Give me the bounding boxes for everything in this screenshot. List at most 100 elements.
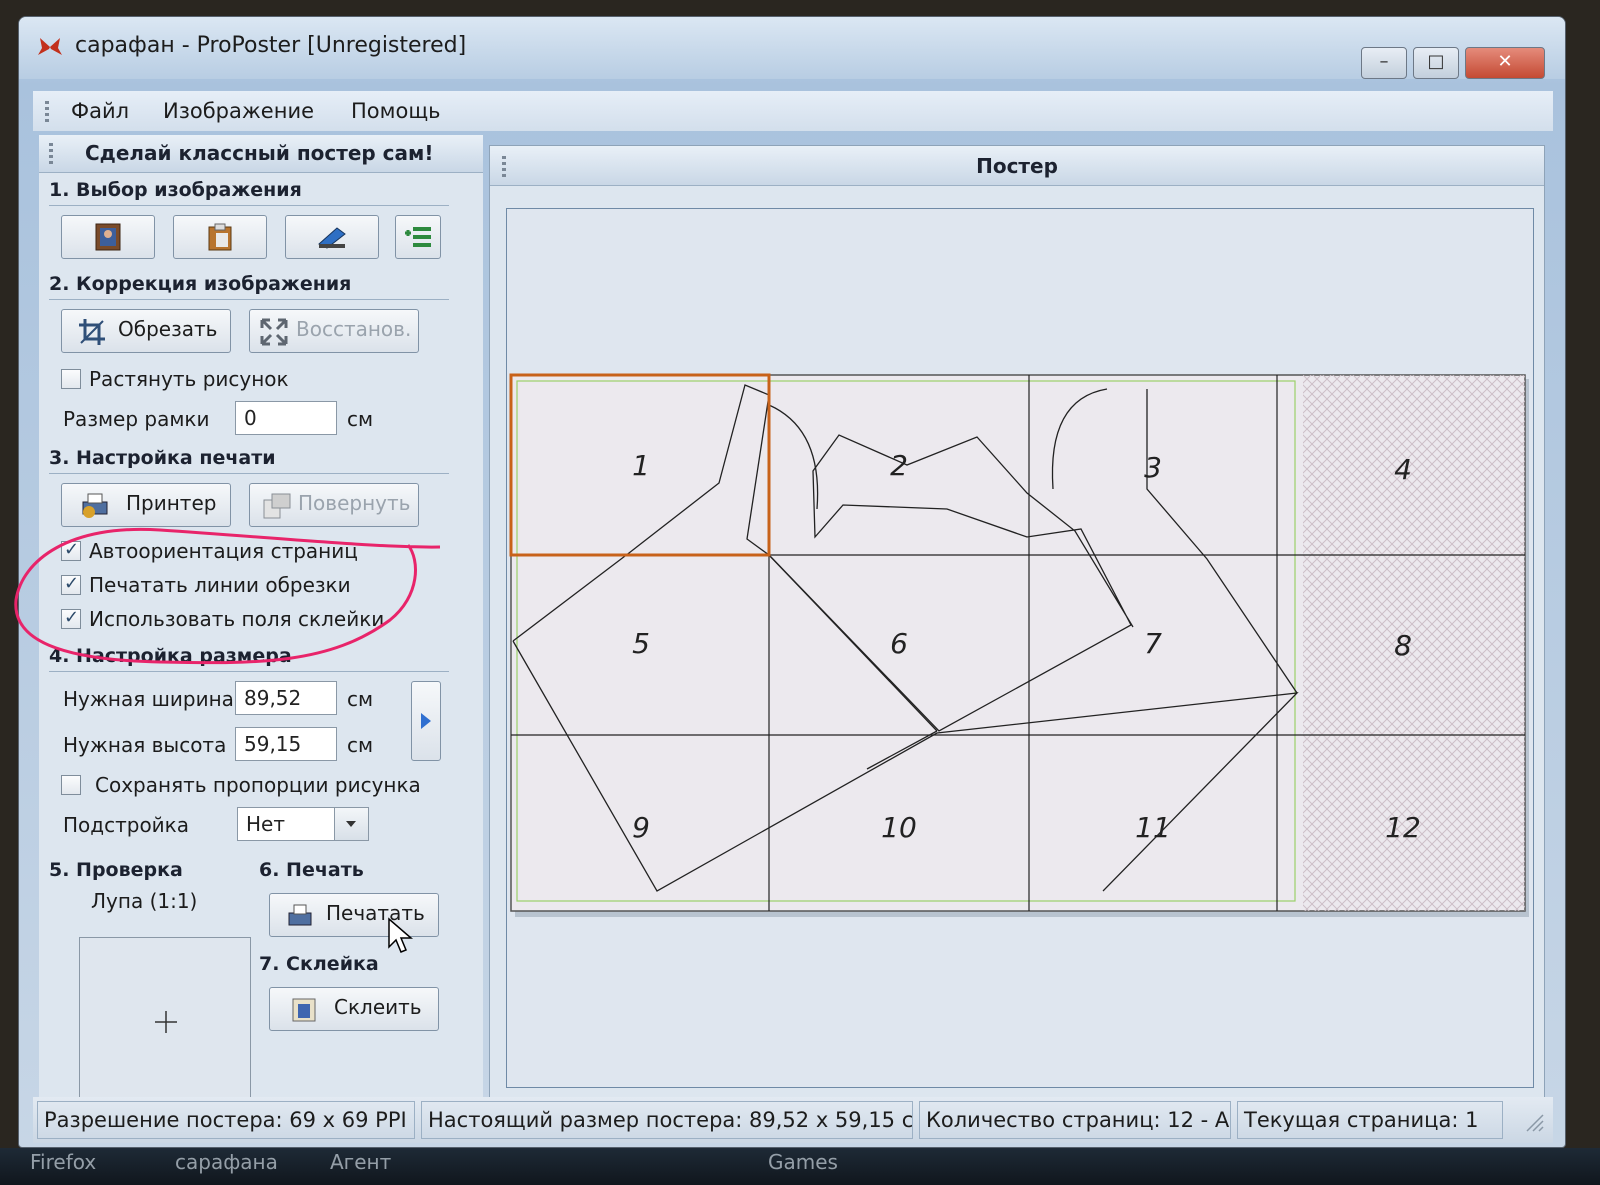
apply-size-button[interactable]: [411, 681, 441, 761]
app-window: сарафан - ProPoster [Unregistered] – □ ✕…: [18, 16, 1566, 1148]
image-list-button[interactable]: [395, 215, 441, 259]
adjust-select-value: Нет: [246, 812, 285, 836]
auto-orientation-label: Автоориентация страниц: [89, 539, 358, 563]
height-label: Нужная высота: [63, 733, 227, 757]
width-label: Нужная ширина: [63, 687, 234, 711]
poster-panel: Постер 1 2 3 4 5 6 7 8 9 10 11 12: [489, 145, 1545, 1099]
printer-icon: [82, 493, 108, 518]
glue-icon: [292, 998, 316, 1022]
crop-button[interactable]: Обрезать: [61, 309, 231, 353]
poster-panel-title: Постер: [976, 154, 1058, 178]
status-page-count: Количество страниц: 12 - A4: [919, 1101, 1231, 1139]
chevron-down-icon[interactable]: [334, 808, 368, 840]
list-add-icon: [405, 227, 431, 247]
auto-orientation-checkbox[interactable]: [61, 539, 81, 561]
page-number[interactable]: 8: [1394, 629, 1412, 662]
photo-icon: [95, 223, 121, 251]
glue-button[interactable]: Склеить: [269, 987, 439, 1031]
menu-bar: Файл Изображение Помощь: [33, 91, 1553, 131]
crop-button-label: Обрезать: [118, 317, 218, 341]
page-number[interactable]: 11: [1135, 811, 1171, 844]
panel-header: Сделай классный постер сам!: [39, 135, 483, 173]
page-number[interactable]: 10: [881, 811, 917, 844]
section-glue: 7. Склейка: [259, 953, 379, 975]
close-button[interactable]: ✕: [1465, 47, 1545, 79]
status-current-page: Текущая страница: 1: [1237, 1101, 1503, 1139]
keep-proportions-checkbox[interactable]: [61, 775, 81, 795]
frame-size-unit: см: [347, 407, 374, 431]
title-bar[interactable]: сарафан - ProPoster [Unregistered] – □ ✕: [19, 17, 1565, 79]
taskbar-item[interactable]: сарафана: [175, 1150, 278, 1174]
cut-lines-label: Печатать линии обрезки: [89, 573, 351, 597]
divider: [49, 205, 449, 206]
height-input[interactable]: 59,15: [235, 727, 337, 761]
menu-file[interactable]: Файл: [71, 99, 129, 123]
cut-lines-checkbox[interactable]: [61, 573, 81, 595]
menu-image[interactable]: Изображение: [163, 99, 314, 123]
scanner-icon: [318, 227, 346, 249]
keep-proportions-label: Сохранять пропорции рисунка: [95, 773, 421, 797]
play-arrow-icon: [421, 713, 431, 729]
page-number[interactable]: 1: [632, 449, 650, 482]
height-unit: см: [347, 733, 374, 757]
divider: [49, 671, 449, 672]
poster-preview[interactable]: 1 2 3 4 5 6 7 8 9 10 11 12: [507, 209, 1533, 1087]
divider: [49, 473, 449, 474]
status-real-size: Настоящий размер постера: 89,52 x 59,15 …: [421, 1101, 913, 1139]
status-bar: Разрешение постера: 69 x 69 PPI Настоящи…: [33, 1097, 1553, 1143]
page-number[interactable]: 12: [1385, 811, 1421, 844]
poster-panel-header: Постер: [490, 146, 1544, 186]
printer-button-label: Принтер: [126, 491, 217, 515]
page-number[interactable]: 6: [890, 627, 908, 660]
menu-grip: [45, 101, 49, 123]
crop-icon: [79, 319, 105, 345]
open-image-button[interactable]: [61, 215, 155, 259]
frame-size-label: Размер рамки: [63, 407, 210, 431]
section-print-settings: 3. Настройка печати: [49, 447, 276, 469]
stretch-label: Растянуть рисунок: [89, 367, 289, 391]
rotate-button[interactable]: Повернуть: [249, 483, 419, 527]
adjust-select[interactable]: Нет: [237, 807, 369, 841]
width-input[interactable]: 89,52: [235, 681, 337, 715]
status-resolution: Разрешение постера: 69 x 69 PPI: [37, 1101, 415, 1139]
expand-icon: [260, 318, 288, 346]
scan-image-button[interactable]: [285, 215, 379, 259]
page-number[interactable]: 7: [1144, 627, 1162, 660]
glue-button-label: Склеить: [334, 995, 422, 1019]
page-number[interactable]: 5: [632, 627, 650, 660]
restore-button[interactable]: Восстанов.: [249, 309, 419, 353]
width-unit: см: [347, 687, 374, 711]
maximize-button[interactable]: □: [1413, 47, 1459, 79]
section-print: 6. Печать: [259, 859, 364, 881]
loupe-preview[interactable]: [79, 937, 251, 1105]
adjust-label: Подстройка: [63, 813, 190, 837]
menu-help[interactable]: Помощь: [351, 99, 441, 123]
panel-grip: [49, 143, 53, 165]
crosshair-icon: [155, 1011, 177, 1033]
page-number[interactable]: 4: [1394, 453, 1412, 486]
taskbar-item[interactable]: Firefox: [30, 1150, 96, 1174]
print-button[interactable]: Печатать: [269, 893, 439, 937]
page-number[interactable]: 2: [890, 449, 908, 482]
page-number[interactable]: 9: [632, 811, 650, 844]
mouse-cursor-icon: [388, 917, 413, 953]
taskbar-item[interactable]: Агент: [330, 1150, 391, 1174]
printer-button[interactable]: Принтер: [61, 483, 231, 527]
left-control-panel: Сделай классный постер сам! 1. Выбор изо…: [39, 135, 483, 1105]
divider: [49, 299, 449, 300]
section-check: 5. Проверка: [49, 859, 183, 881]
butterfly-icon: [38, 38, 62, 55]
minimize-button[interactable]: –: [1361, 47, 1407, 79]
glue-margins-checkbox[interactable]: [61, 607, 81, 629]
poster-canvas[interactable]: 1 2 3 4 5 6 7 8 9 10 11 12: [506, 208, 1534, 1088]
stretch-checkbox[interactable]: [61, 369, 81, 389]
clipboard-icon: [208, 223, 232, 251]
restore-button-label: Восстанов.: [296, 317, 412, 341]
resize-grip-icon[interactable]: [1523, 1111, 1545, 1133]
rotate-page-icon: [263, 493, 291, 519]
frame-size-input[interactable]: 0: [235, 401, 337, 435]
window-title: сарафан - ProPoster [Unregistered]: [75, 33, 467, 58]
page-number[interactable]: 3: [1144, 451, 1162, 484]
paste-image-button[interactable]: [173, 215, 267, 259]
taskbar-item[interactable]: Games: [768, 1150, 838, 1174]
